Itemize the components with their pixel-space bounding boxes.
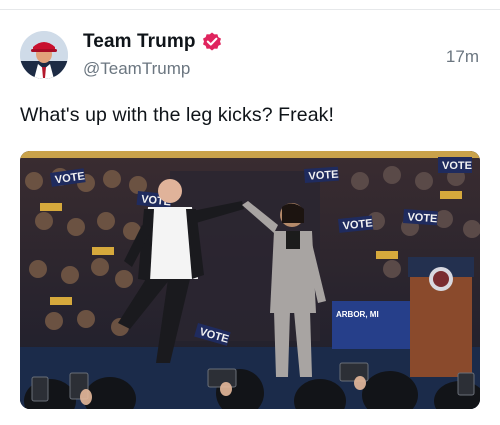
media-image: VOTE VOTE VOTE VOTE VOTE VOTE VOTE ARBOR… [20, 151, 480, 409]
handle[interactable]: @TeamTrump [83, 59, 223, 79]
tweet-card[interactable]: Team Trump @TeamTrump 17m What's up with… [0, 0, 500, 425]
vote-sign: VOTE [407, 211, 438, 225]
tweet-text: What's up with the leg kicks? Freak! [20, 104, 335, 126]
display-name[interactable]: Team Trump [83, 31, 196, 53]
verified-badge-icon [201, 31, 223, 53]
tweet-media[interactable]: VOTE VOTE VOTE VOTE VOTE VOTE VOTE ARBOR… [20, 151, 480, 409]
vote-sign: VOTE [308, 169, 339, 183]
stage-banner-text: ARBOR, MI [336, 310, 379, 319]
vote-sign: VOTE [442, 160, 472, 172]
avatar[interactable] [20, 31, 68, 79]
timestamp[interactable]: 17m [446, 47, 479, 67]
author-block: Team Trump @TeamTrump [83, 30, 223, 79]
